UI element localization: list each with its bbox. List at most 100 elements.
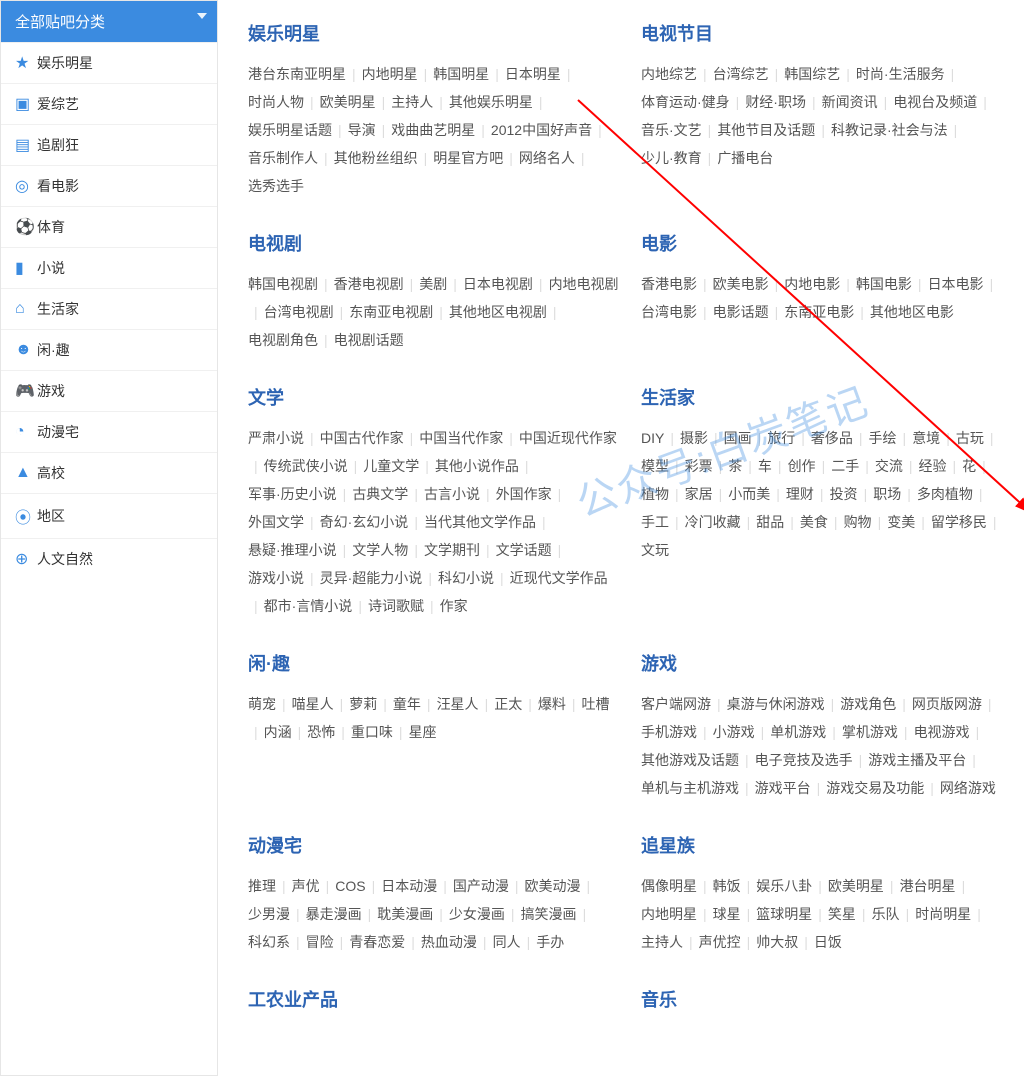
sidebar-header[interactable]: 全部贴吧分类	[1, 1, 217, 42]
tag-link[interactable]: 悬疑·推理小说	[248, 536, 337, 564]
tag-link[interactable]: 台湾电影	[641, 298, 697, 326]
tag-link[interactable]: 科教记录·社会与法	[831, 116, 948, 144]
tag-link[interactable]: 欧美动漫	[525, 872, 581, 900]
tag-link[interactable]: 台湾电视剧	[264, 298, 334, 326]
tag-link[interactable]: 游戏交易及功能	[826, 774, 924, 802]
section-title[interactable]: 文学	[248, 384, 621, 410]
tag-link[interactable]: 乐队	[872, 900, 900, 928]
section-title[interactable]: 工农业产品	[248, 986, 621, 1012]
tag-link[interactable]: 其他游戏及话题	[641, 746, 739, 774]
tag-link[interactable]: 多肉植物	[917, 480, 973, 508]
tag-link[interactable]: 港台东南亚明星	[248, 60, 346, 88]
tag-link[interactable]: 东南亚电视剧	[349, 298, 433, 326]
tag-link[interactable]: 小而美	[728, 480, 770, 508]
sidebar-item-3[interactable]: ◎看电影	[1, 165, 217, 206]
tag-link[interactable]: 2012中国好声音	[491, 116, 592, 144]
sidebar-item-9[interactable]: ◔动漫宅	[1, 411, 217, 452]
tag-link[interactable]: 内地明星	[641, 900, 697, 928]
sidebar-item-4[interactable]: ⚽体育	[1, 206, 217, 247]
tag-link[interactable]: 单机游戏	[770, 718, 826, 746]
tag-link[interactable]: 桌游与休闲游戏	[727, 690, 825, 718]
section-title[interactable]: 追星族	[641, 832, 1014, 858]
tag-link[interactable]: 内地电影	[784, 270, 840, 298]
tag-link[interactable]: 帅大叔	[756, 928, 798, 956]
tag-link[interactable]: 严肃小说	[248, 424, 304, 452]
sidebar-item-10[interactable]: ▲高校	[1, 452, 217, 493]
tag-link[interactable]: 小游戏	[713, 718, 755, 746]
sidebar-item-12[interactable]: ⊕人文自然	[1, 538, 217, 579]
tag-link[interactable]: 明星官方吧	[433, 144, 503, 172]
tag-link[interactable]: 植物	[641, 480, 669, 508]
tag-link[interactable]: 科幻小说	[438, 564, 494, 592]
tag-link[interactable]: 美食	[800, 508, 828, 536]
tag-link[interactable]: COS	[335, 872, 365, 900]
tag-link[interactable]: 娱乐明星话题	[248, 116, 332, 144]
tag-link[interactable]: 汪星人	[437, 690, 479, 718]
tag-link[interactable]: 电视剧话题	[334, 326, 404, 354]
sidebar-item-6[interactable]: ⌂生活家	[1, 288, 217, 329]
tag-link[interactable]: 其他地区电视剧	[449, 298, 547, 326]
tag-link[interactable]: 手工	[641, 508, 669, 536]
tag-link[interactable]: 彩票	[685, 452, 713, 480]
tag-link[interactable]: 欧美明星	[828, 872, 884, 900]
tag-link[interactable]: 广播电台	[717, 144, 773, 172]
tag-link[interactable]: 电视台及频道	[893, 88, 977, 116]
tag-link[interactable]: 电视剧角色	[248, 326, 318, 354]
tag-link[interactable]: DIY	[641, 424, 664, 452]
tag-link[interactable]: 冒险	[306, 928, 334, 956]
tag-link[interactable]: 中国当代作家	[419, 424, 503, 452]
tag-link[interactable]: 香港电视剧	[334, 270, 404, 298]
tag-link[interactable]: 韩国电影	[856, 270, 912, 298]
tag-link[interactable]: 手绘	[869, 424, 897, 452]
tag-link[interactable]: 其他粉丝组织	[334, 144, 418, 172]
tag-link[interactable]: 台湾综艺	[713, 60, 769, 88]
tag-link[interactable]: 车	[758, 452, 772, 480]
section-title[interactable]: 动漫宅	[248, 832, 621, 858]
tag-link[interactable]: 搞笑漫画	[521, 900, 577, 928]
tag-link[interactable]: 时尚·生活服务	[856, 60, 945, 88]
sidebar-item-0[interactable]: ★娱乐明星	[1, 42, 217, 83]
tag-link[interactable]: 欧美电影	[713, 270, 769, 298]
tag-link[interactable]: 恐怖	[307, 718, 335, 746]
tag-link[interactable]: 推理	[248, 872, 276, 900]
tag-link[interactable]: 电视游戏	[914, 718, 970, 746]
tag-link[interactable]: 童年	[393, 690, 421, 718]
tag-link[interactable]: 作家	[440, 592, 468, 620]
tag-link[interactable]: 日本动漫	[381, 872, 437, 900]
tag-link[interactable]: 经验	[918, 452, 946, 480]
tag-link[interactable]: 内涵	[264, 718, 292, 746]
tag-link[interactable]: 韩国电视剧	[248, 270, 318, 298]
tag-link[interactable]: 当代其他文学作品	[424, 508, 536, 536]
tag-link[interactable]: 热血动漫	[421, 928, 477, 956]
tag-link[interactable]: 文学人物	[352, 536, 408, 564]
tag-link[interactable]: 理财	[786, 480, 814, 508]
tag-link[interactable]: 少男漫	[248, 900, 290, 928]
sidebar-item-7[interactable]: ☻闲·趣	[1, 329, 217, 370]
tag-link[interactable]: 其他小说作品	[435, 452, 519, 480]
tag-link[interactable]: 正太	[494, 690, 522, 718]
tag-link[interactable]: 都市·言情小说	[264, 592, 353, 620]
tag-link[interactable]: 科幻系	[248, 928, 290, 956]
tag-link[interactable]: 萌宠	[248, 690, 276, 718]
tag-link[interactable]: 日本电影	[928, 270, 984, 298]
tag-link[interactable]: 音乐·文艺	[641, 116, 702, 144]
tag-link[interactable]: 外国文学	[248, 508, 304, 536]
tag-link[interactable]: 财经·职场	[745, 88, 806, 116]
tag-link[interactable]: 军事·历史小说	[248, 480, 337, 508]
section-title[interactable]: 娱乐明星	[248, 20, 621, 46]
tag-link[interactable]: 甜品	[756, 508, 784, 536]
tag-link[interactable]: 内地电视剧	[549, 270, 619, 298]
sidebar-item-8[interactable]: 🎮游戏	[1, 370, 217, 411]
tag-link[interactable]: 古言小说	[424, 480, 480, 508]
tag-link[interactable]: 篮球明星	[756, 900, 812, 928]
tag-link[interactable]: 声优控	[699, 928, 741, 956]
tag-link[interactable]: 掌机游戏	[842, 718, 898, 746]
tag-link[interactable]: 新闻资讯	[822, 88, 878, 116]
tag-link[interactable]: 摄影	[680, 424, 708, 452]
tag-link[interactable]: 主持人	[641, 928, 683, 956]
section-title[interactable]: 游戏	[641, 650, 1014, 676]
tag-link[interactable]: 奢侈品	[811, 424, 853, 452]
tag-link[interactable]: 游戏小说	[248, 564, 304, 592]
tag-link[interactable]: 欧美明星	[320, 88, 376, 116]
tag-link[interactable]: 文学话题	[496, 536, 552, 564]
